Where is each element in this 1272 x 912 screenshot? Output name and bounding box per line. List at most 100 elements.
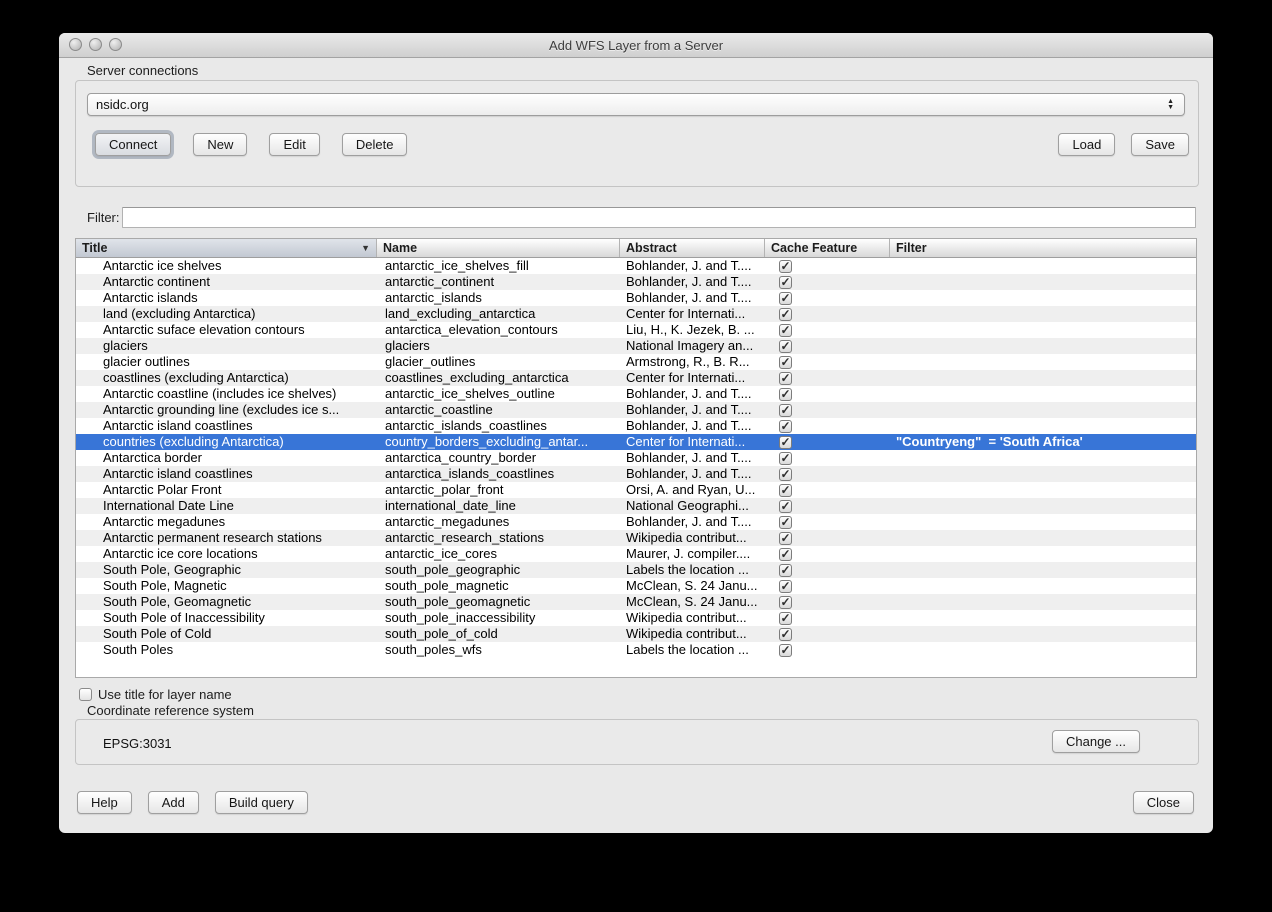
table-row[interactable]: Antarctic Polar Frontantarctic_polar_fro… <box>76 482 1196 498</box>
table-row[interactable]: South Pole of Coldsouth_pole_of_coldWiki… <box>76 626 1196 642</box>
window-controls <box>69 38 122 51</box>
cell-abstract: McClean, S. 24 Janu... <box>620 594 765 610</box>
cache-feature-checkbox[interactable]: ✓ <box>779 468 792 481</box>
cell-cache-feature: ✓ <box>765 290 890 306</box>
cell-filter <box>890 482 1196 498</box>
table-row[interactable]: Antarctic continentantarctic_continentBo… <box>76 274 1196 290</box>
column-header-name[interactable]: Name <box>377 239 620 257</box>
table-row[interactable]: coastlines (excluding Antarctica)coastli… <box>76 370 1196 386</box>
cache-feature-checkbox[interactable]: ✓ <box>779 580 792 593</box>
cache-feature-checkbox[interactable]: ✓ <box>779 612 792 625</box>
table-row[interactable]: Antarctic islandsantarctic_islandsBohlan… <box>76 290 1196 306</box>
cache-feature-checkbox[interactable]: ✓ <box>779 324 792 337</box>
zoom-window-icon[interactable] <box>109 38 122 51</box>
cell-filter <box>890 578 1196 594</box>
cell-filter <box>890 546 1196 562</box>
help-button[interactable]: Help <box>77 791 132 814</box>
load-button[interactable]: Load <box>1058 133 1115 156</box>
table-row[interactable]: Antarctica borderantarctica_country_bord… <box>76 450 1196 466</box>
table-row[interactable]: Antarctic island coastlinesantarctica_is… <box>76 466 1196 482</box>
cache-feature-checkbox[interactable]: ✓ <box>779 276 792 289</box>
column-header-abstract[interactable]: Abstract <box>620 239 765 257</box>
delete-button[interactable]: Delete <box>342 133 408 156</box>
cell-title: Antarctica border <box>76 450 377 466</box>
cell-name: antarctica_islands_coastlines <box>377 466 620 482</box>
cell-cache-feature: ✓ <box>765 562 890 578</box>
close-window-icon[interactable] <box>69 38 82 51</box>
edit-button[interactable]: Edit <box>269 133 319 156</box>
cache-feature-checkbox[interactable]: ✓ <box>779 340 792 353</box>
cache-feature-checkbox[interactable]: ✓ <box>779 628 792 641</box>
cache-feature-checkbox[interactable]: ✓ <box>779 356 792 369</box>
column-header-title[interactable]: Title ▼ <box>76 239 377 257</box>
table-row[interactable]: Antarctic island coastlinesantarctic_isl… <box>76 418 1196 434</box>
cache-feature-checkbox[interactable]: ✓ <box>779 548 792 561</box>
minimize-window-icon[interactable] <box>89 38 102 51</box>
table-row[interactable]: Antarctic megadunesantarctic_megadunesBo… <box>76 514 1196 530</box>
cache-feature-checkbox[interactable]: ✓ <box>779 516 792 529</box>
table-row[interactable]: Antarctic suface elevation contoursantar… <box>76 322 1196 338</box>
cell-filter <box>890 610 1196 626</box>
table-row[interactable]: Antarctic ice core locationsantarctic_ic… <box>76 546 1196 562</box>
cache-feature-checkbox[interactable]: ✓ <box>779 484 792 497</box>
close-button[interactable]: Close <box>1133 791 1194 814</box>
cell-name: antarctic_megadunes <box>377 514 620 530</box>
cell-cache-feature: ✓ <box>765 258 890 274</box>
table-row[interactable]: Antarctic grounding line (excludes ice s… <box>76 402 1196 418</box>
cache-feature-checkbox[interactable]: ✓ <box>779 292 792 305</box>
table-header: Title ▼ Name Abstract Cache Feature Filt… <box>76 239 1196 258</box>
cell-name: antarctic_coastline <box>377 402 620 418</box>
add-button[interactable]: Add <box>148 791 199 814</box>
table-row[interactable]: Antarctic permanent research stationsant… <box>76 530 1196 546</box>
use-title-checkbox[interactable] <box>79 688 92 701</box>
cell-filter <box>890 450 1196 466</box>
cell-name: glacier_outlines <box>377 354 620 370</box>
cell-filter: "Countryeng" = 'South Africa' <box>890 434 1196 450</box>
cache-feature-checkbox[interactable]: ✓ <box>779 500 792 513</box>
cache-feature-checkbox[interactable]: ✓ <box>779 260 792 273</box>
cache-feature-checkbox[interactable]: ✓ <box>779 436 792 449</box>
save-button[interactable]: Save <box>1131 133 1189 156</box>
table-row[interactable]: land (excluding Antarctica)land_excludin… <box>76 306 1196 322</box>
cell-cache-feature: ✓ <box>765 274 890 290</box>
cache-feature-checkbox[interactable]: ✓ <box>779 452 792 465</box>
cell-filter <box>890 642 1196 658</box>
table-row[interactable]: glaciersglaciersNational Imagery an...✓ <box>76 338 1196 354</box>
new-button[interactable]: New <box>193 133 247 156</box>
table-row[interactable]: Antarctic coastline (includes ice shelve… <box>76 386 1196 402</box>
cache-feature-checkbox[interactable]: ✓ <box>779 372 792 385</box>
change-crs-button[interactable]: Change ... <box>1052 730 1140 753</box>
cell-filter <box>890 370 1196 386</box>
cache-feature-checkbox[interactable]: ✓ <box>779 596 792 609</box>
cache-feature-checkbox[interactable]: ✓ <box>779 564 792 577</box>
column-header-filter[interactable]: Filter <box>890 239 1196 257</box>
title-bar[interactable]: Add WFS Layer from a Server <box>59 33 1213 58</box>
cache-feature-checkbox[interactable]: ✓ <box>779 532 792 545</box>
table-row[interactable]: South Pole of Inaccessibilitysouth_pole_… <box>76 610 1196 626</box>
table-row[interactable]: South Pole, Magneticsouth_pole_magneticM… <box>76 578 1196 594</box>
cache-feature-checkbox[interactable]: ✓ <box>779 404 792 417</box>
cell-title: Antarctic island coastlines <box>76 418 377 434</box>
dropdown-arrows-icon: ▲▼ <box>1167 99 1176 111</box>
filter-input[interactable] <box>122 207 1196 228</box>
table-row[interactable]: glacier outlinesglacier_outlinesArmstron… <box>76 354 1196 370</box>
table-row[interactable]: South Pole, Geographicsouth_pole_geograp… <box>76 562 1196 578</box>
table-row[interactable]: International Date Lineinternational_dat… <box>76 498 1196 514</box>
cache-feature-checkbox[interactable]: ✓ <box>779 644 792 657</box>
build-query-button[interactable]: Build query <box>215 791 308 814</box>
server-select-dropdown[interactable]: nsidc.org ▲▼ <box>87 93 1185 116</box>
connect-button[interactable]: Connect <box>95 133 171 156</box>
cache-feature-checkbox[interactable]: ✓ <box>779 420 792 433</box>
table-row[interactable]: countries (excluding Antarctica)country_… <box>76 434 1196 450</box>
cache-feature-checkbox[interactable]: ✓ <box>779 308 792 321</box>
cell-abstract: Armstrong, R., B. R... <box>620 354 765 370</box>
column-header-cache-feature[interactable]: Cache Feature <box>765 239 890 257</box>
table-row[interactable]: South Polessouth_poles_wfsLabels the loc… <box>76 642 1196 658</box>
cache-feature-checkbox[interactable]: ✓ <box>779 388 792 401</box>
table-row[interactable]: Antarctic ice shelvesantarctic_ice_shelv… <box>76 258 1196 274</box>
cell-title: South Pole, Geomagnetic <box>76 594 377 610</box>
cell-title: South Pole of Cold <box>76 626 377 642</box>
table-row[interactable]: South Pole, Geomagneticsouth_pole_geomag… <box>76 594 1196 610</box>
cell-cache-feature: ✓ <box>765 466 890 482</box>
cell-filter <box>890 290 1196 306</box>
